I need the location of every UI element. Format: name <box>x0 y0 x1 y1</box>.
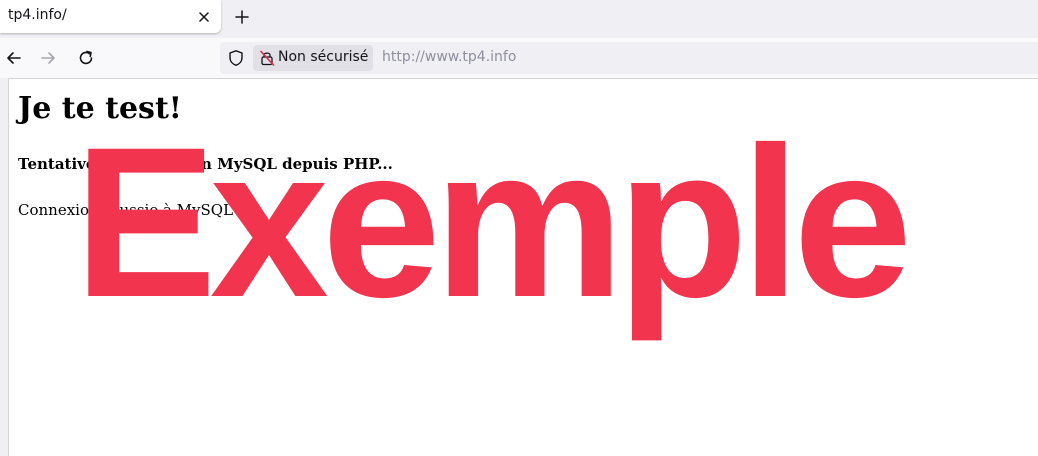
tab-title: tp4.info/ <box>8 7 67 23</box>
not-secure-label: Non sécurisé <box>278 49 369 65</box>
forward-arrow-icon[interactable] <box>38 48 58 68</box>
tab-tp4[interactable]: tp4.info/ <box>0 0 221 33</box>
plus-icon[interactable] <box>231 6 253 28</box>
back-arrow-icon[interactable] <box>4 48 24 68</box>
close-icon[interactable] <box>194 7 214 27</box>
connection-not-secure-button[interactable]: Non sécurisé <box>253 45 373 71</box>
reload-icon[interactable] <box>76 48 96 68</box>
watermark-text: Exemple <box>74 103 912 342</box>
url-text[interactable]: http://www.tp4.info <box>382 49 516 65</box>
tab-strip: tp4.info/ <box>0 0 1038 38</box>
broken-lock-icon <box>260 50 275 66</box>
shield-icon[interactable] <box>227 49 245 67</box>
